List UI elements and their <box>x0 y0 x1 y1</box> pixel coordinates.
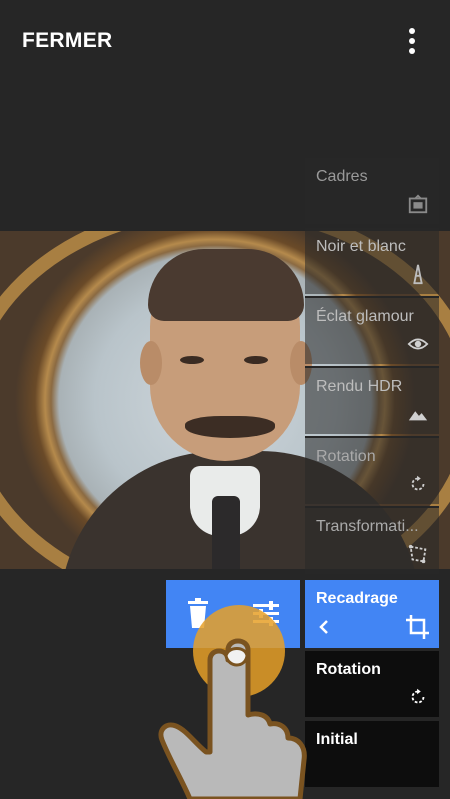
stack-item-label: Recadrage <box>316 590 398 607</box>
mountain-icon <box>408 411 428 421</box>
menu-item-label: Transformati... <box>316 518 419 535</box>
crop-icon <box>406 615 429 639</box>
stack-item-label: Rotation <box>316 661 381 678</box>
top-bar: FERMER <box>0 0 450 80</box>
rotate-icon <box>411 475 425 491</box>
perspective-icon <box>408 544 427 564</box>
more-vert-icon[interactable] <box>398 26 426 56</box>
eye-icon <box>407 338 429 350</box>
menu-item-noir-et-blanc[interactable]: Noir et blanc <box>305 228 439 294</box>
chevron-left-icon[interactable] <box>317 618 331 636</box>
stack-item-initial[interactable]: Initial <box>305 721 439 787</box>
menu-item-label: Rotation <box>316 448 376 465</box>
menu-item-label: Noir et blanc <box>316 238 406 255</box>
menu-item-label: Cadres <box>316 168 368 185</box>
stack-item-recadrage[interactable]: Recadrage <box>305 580 439 648</box>
tower-icon <box>413 264 423 285</box>
pointing-hand-icon <box>158 638 307 799</box>
menu-item-eclat-glamour[interactable]: Éclat glamour <box>305 298 439 364</box>
menu-item-label: Rendu HDR <box>316 378 403 395</box>
menu-item-label: Éclat glamour <box>316 308 414 325</box>
close-button[interactable]: FERMER <box>22 29 112 53</box>
stack-item-label: Initial <box>316 731 358 748</box>
menu-item-cadres[interactable]: Cadres <box>305 158 439 224</box>
menu-item-transformation[interactable]: Transformati... <box>305 508 439 574</box>
stack-item-rotation[interactable]: Rotation <box>305 651 439 717</box>
menu-item-rotation[interactable]: Rotation <box>305 438 439 504</box>
menu-item-rendu-hdr[interactable]: Rendu HDR <box>305 368 439 434</box>
rotate-icon <box>411 688 425 704</box>
frame-icon <box>408 194 428 214</box>
